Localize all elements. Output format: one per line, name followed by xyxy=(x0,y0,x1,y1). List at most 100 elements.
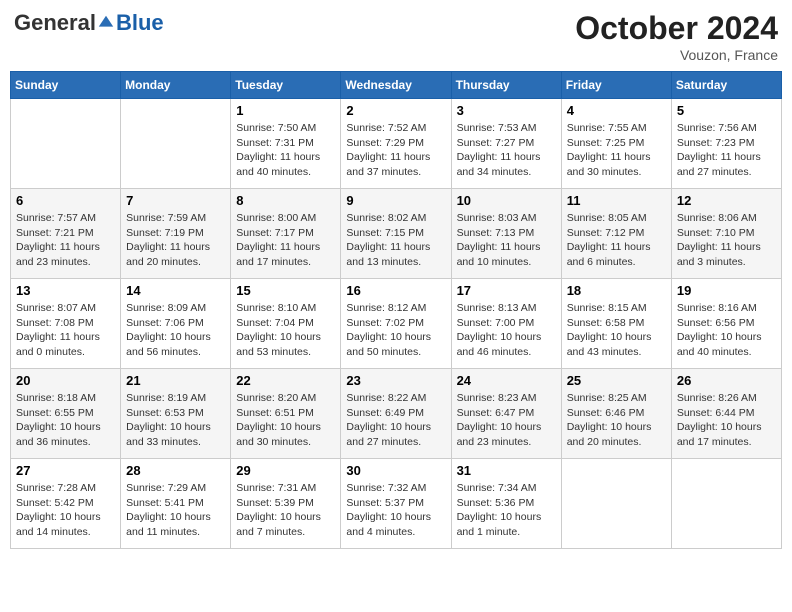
calendar-cell: 28 Sunrise: 7:29 AMSunset: 5:41 PMDayligh… xyxy=(121,459,231,549)
page-header: General Blue October 2024 Vouzon, France xyxy=(10,10,782,63)
month-title: October 2024 xyxy=(575,10,778,47)
calendar-cell: 1Sunrise: 7:50 AMSunset: 7:31 PMDaylight… xyxy=(231,99,341,189)
day-info: Sunrise: 7:56 AMSunset: 7:23 PMDaylight:… xyxy=(677,121,776,180)
day-info: Sunrise: 8:02 AMSunset: 7:15 PMDaylight:… xyxy=(346,211,445,270)
day-info: Sunrise: 7:53 AMSunset: 7:27 PMDaylight:… xyxy=(457,121,556,180)
calendar-cell: 19Sunrise: 8:16 AMSunset: 6:56 PMDayligh… xyxy=(671,279,781,369)
calendar-cell: 14 Sunrise: 8:09 AMSunset: 7:06 PMDayligh… xyxy=(121,279,231,369)
day-info: Sunrise: 7:32 AMSunset: 5:37 PMDaylight:… xyxy=(346,481,445,540)
day-info: Sunrise: 8:25 AMSunset: 6:46 PMDaylight:… xyxy=(567,391,666,450)
day-number: 23 xyxy=(346,373,445,388)
calendar-cell: 12 Sunrise: 8:06 AMSunset: 7:10 PMDayligh… xyxy=(671,189,781,279)
day-info: Sunrise: 8:23 AMSunset: 6:47 PMDaylight:… xyxy=(457,391,556,450)
calendar-cell: 30 Sunrise: 7:32 AMSunset: 5:37 PMDayligh… xyxy=(341,459,451,549)
calendar-cell xyxy=(11,99,121,189)
calendar-cell: 27 Sunrise: 7:28 AMSunset: 5:42 PMDayligh… xyxy=(11,459,121,549)
day-info: Sunrise: 7:34 AMSunset: 5:36 PMDaylight:… xyxy=(457,481,556,540)
day-info: Sunrise: 7:29 AMSunset: 5:41 PMDaylight:… xyxy=(126,481,225,540)
day-number: 10 xyxy=(457,193,556,208)
day-info: Sunrise: 8:05 AMSunset: 7:12 PMDaylight:… xyxy=(567,211,666,270)
day-info: Sunrise: 8:16 AMSunset: 6:56 PMDaylight:… xyxy=(677,301,776,360)
calendar-cell: 2Sunrise: 7:52 AMSunset: 7:29 PMDaylight… xyxy=(341,99,451,189)
day-info: Sunrise: 8:06 AMSunset: 7:10 PMDaylight:… xyxy=(677,211,776,270)
day-number: 2 xyxy=(346,103,445,118)
weekday-header-tuesday: Tuesday xyxy=(231,72,341,99)
logo-icon xyxy=(97,14,115,32)
calendar-cell: 15Sunrise: 8:10 AMSunset: 7:04 PMDayligh… xyxy=(231,279,341,369)
calendar-cell: 18Sunrise: 8:15 AMSunset: 6:58 PMDayligh… xyxy=(561,279,671,369)
day-number: 12 xyxy=(677,193,776,208)
day-info: Sunrise: 7:59 AMSunset: 7:19 PMDaylight:… xyxy=(126,211,225,270)
logo-blue: Blue xyxy=(116,10,164,36)
weekday-header-thursday: Thursday xyxy=(451,72,561,99)
day-info: Sunrise: 8:00 AMSunset: 7:17 PMDaylight:… xyxy=(236,211,335,270)
day-info: Sunrise: 7:31 AMSunset: 5:39 PMDaylight:… xyxy=(236,481,335,540)
calendar-cell xyxy=(671,459,781,549)
day-number: 5 xyxy=(677,103,776,118)
calendar-cell: 29 Sunrise: 7:31 AMSunset: 5:39 PMDayligh… xyxy=(231,459,341,549)
calendar-cell: 7Sunrise: 7:59 AMSunset: 7:19 PMDaylight… xyxy=(121,189,231,279)
week-row-1: 1Sunrise: 7:50 AMSunset: 7:31 PMDaylight… xyxy=(11,99,782,189)
day-info: Sunrise: 7:57 AMSunset: 7:21 PMDaylight:… xyxy=(16,211,115,270)
day-info: Sunrise: 8:22 AMSunset: 6:49 PMDaylight:… xyxy=(346,391,445,450)
calendar-cell: 6 Sunrise: 7:57 AMSunset: 7:21 PMDaylight… xyxy=(11,189,121,279)
calendar-cell xyxy=(121,99,231,189)
week-row-2: 6 Sunrise: 7:57 AMSunset: 7:21 PMDaylight… xyxy=(11,189,782,279)
calendar-cell: 17 Sunrise: 8:13 AMSunset: 7:00 PMDayligh… xyxy=(451,279,561,369)
day-number: 6 xyxy=(16,193,115,208)
day-number: 17 xyxy=(457,283,556,298)
day-info: Sunrise: 8:13 AMSunset: 7:00 PMDaylight:… xyxy=(457,301,556,360)
logo: General Blue xyxy=(14,10,164,36)
day-number: 16 xyxy=(346,283,445,298)
calendar-cell: 20 Sunrise: 8:18 AMSunset: 6:55 PMDayligh… xyxy=(11,369,121,459)
weekday-header-friday: Friday xyxy=(561,72,671,99)
day-number: 4 xyxy=(567,103,666,118)
calendar-cell: 23 Sunrise: 8:22 AMSunset: 6:49 PMDayligh… xyxy=(341,369,451,459)
day-number: 14 xyxy=(126,283,225,298)
day-info: Sunrise: 8:07 AMSunset: 7:08 PMDaylight:… xyxy=(16,301,115,360)
day-number: 9 xyxy=(346,193,445,208)
day-number: 30 xyxy=(346,463,445,478)
day-number: 11 xyxy=(567,193,666,208)
day-info: Sunrise: 8:26 AMSunset: 6:44 PMDaylight:… xyxy=(677,391,776,450)
calendar-cell: 5 Sunrise: 7:56 AMSunset: 7:23 PMDaylight… xyxy=(671,99,781,189)
weekday-header-saturday: Saturday xyxy=(671,72,781,99)
calendar-cell: 25 Sunrise: 8:25 AMSunset: 6:46 PMDayligh… xyxy=(561,369,671,459)
day-number: 24 xyxy=(457,373,556,388)
weekday-header-wednesday: Wednesday xyxy=(341,72,451,99)
calendar-cell: 16 Sunrise: 8:12 AMSunset: 7:02 PMDayligh… xyxy=(341,279,451,369)
weekday-header-monday: Monday xyxy=(121,72,231,99)
calendar-cell: 8 Sunrise: 8:00 AMSunset: 7:17 PMDaylight… xyxy=(231,189,341,279)
day-number: 25 xyxy=(567,373,666,388)
calendar-cell: 22Sunrise: 8:20 AMSunset: 6:51 PMDayligh… xyxy=(231,369,341,459)
week-row-3: 13Sunrise: 8:07 AMSunset: 7:08 PMDayligh… xyxy=(11,279,782,369)
day-info: Sunrise: 7:28 AMSunset: 5:42 PMDaylight:… xyxy=(16,481,115,540)
calendar-table: SundayMondayTuesdayWednesdayThursdayFrid… xyxy=(10,71,782,549)
day-info: Sunrise: 8:09 AMSunset: 7:06 PMDaylight:… xyxy=(126,301,225,360)
weekday-header-sunday: Sunday xyxy=(11,72,121,99)
day-number: 29 xyxy=(236,463,335,478)
title-block: October 2024 Vouzon, France xyxy=(575,10,778,63)
calendar-cell: 26 Sunrise: 8:26 AMSunset: 6:44 PMDayligh… xyxy=(671,369,781,459)
calendar-cell xyxy=(561,459,671,549)
day-info: Sunrise: 8:19 AMSunset: 6:53 PMDaylight:… xyxy=(126,391,225,450)
day-number: 31 xyxy=(457,463,556,478)
day-number: 3 xyxy=(457,103,556,118)
day-info: Sunrise: 7:50 AMSunset: 7:31 PMDaylight:… xyxy=(236,121,335,180)
location: Vouzon, France xyxy=(575,47,778,63)
day-number: 20 xyxy=(16,373,115,388)
day-info: Sunrise: 8:12 AMSunset: 7:02 PMDaylight:… xyxy=(346,301,445,360)
day-info: Sunrise: 7:55 AMSunset: 7:25 PMDaylight:… xyxy=(567,121,666,180)
day-number: 8 xyxy=(236,193,335,208)
day-number: 26 xyxy=(677,373,776,388)
week-row-4: 20 Sunrise: 8:18 AMSunset: 6:55 PMDayligh… xyxy=(11,369,782,459)
calendar-cell: 21Sunrise: 8:19 AMSunset: 6:53 PMDayligh… xyxy=(121,369,231,459)
day-number: 18 xyxy=(567,283,666,298)
day-info: Sunrise: 8:18 AMSunset: 6:55 PMDaylight:… xyxy=(16,391,115,450)
day-number: 28 xyxy=(126,463,225,478)
day-number: 15 xyxy=(236,283,335,298)
week-row-5: 27 Sunrise: 7:28 AMSunset: 5:42 PMDayligh… xyxy=(11,459,782,549)
day-number: 27 xyxy=(16,463,115,478)
weekday-header-row: SundayMondayTuesdayWednesdayThursdayFrid… xyxy=(11,72,782,99)
calendar-cell: 9 Sunrise: 8:02 AMSunset: 7:15 PMDaylight… xyxy=(341,189,451,279)
